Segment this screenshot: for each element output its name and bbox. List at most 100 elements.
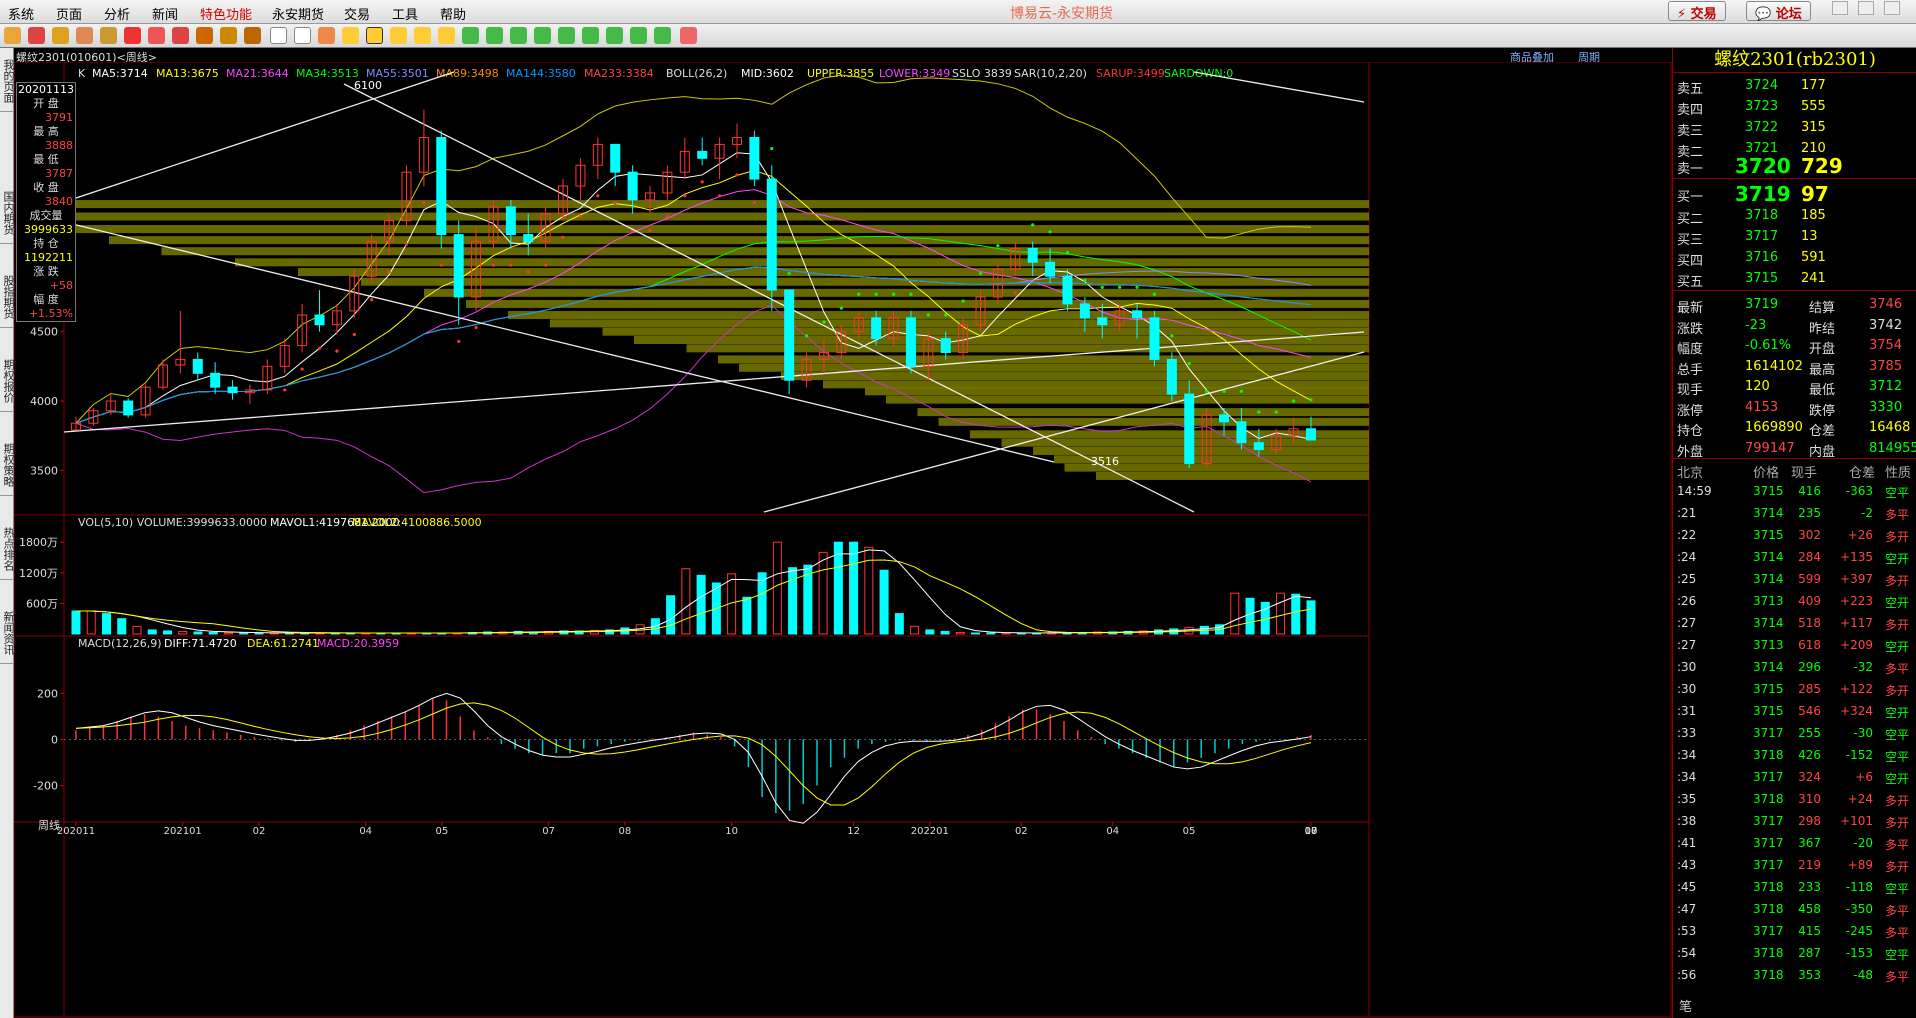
- sar-dot: [822, 320, 826, 324]
- ind-sarup: SARUP:3499: [1096, 67, 1165, 80]
- period-2h-icon[interactable]: [606, 27, 623, 44]
- menu-trade[interactable]: 交易: [344, 4, 370, 23]
- close-icon[interactable]: [1884, 1, 1900, 15]
- stat-row-6[interactable]: 持仓 1669890 仓差 16468: [1673, 418, 1916, 439]
- volume-bar: [940, 630, 950, 635]
- zoom-in-icon[interactable]: [124, 27, 141, 44]
- bid-row-1[interactable]: 买一 3719 97: [1673, 182, 1916, 206]
- period-month-icon[interactable]: [390, 27, 407, 44]
- tick-vol: 458: [1798, 902, 1821, 916]
- stat-row-3[interactable]: 总手 1614102 最高 3785: [1673, 357, 1916, 378]
- stat-row-7[interactable]: 外盘 799147 内盘 814955: [1673, 439, 1916, 460]
- volume-bar: [71, 610, 81, 635]
- tab-news[interactable]: 新闻资讯: [0, 602, 15, 664]
- ask-row-3[interactable]: 卖三 3722 315: [1673, 118, 1916, 139]
- tick-row: :24 3714 284 +135 空开: [1673, 546, 1916, 568]
- stat-row-0[interactable]: 最新 3719 结算 3746: [1673, 295, 1916, 316]
- home-icon[interactable]: [28, 27, 45, 44]
- tick-time: :33: [1677, 726, 1697, 740]
- grid-icon[interactable]: [100, 27, 117, 44]
- tab-option-quotes[interactable]: 期权报价: [0, 350, 15, 412]
- candle-body: [749, 136, 760, 180]
- menu-page[interactable]: 页面: [56, 4, 82, 23]
- period-3min-icon[interactable]: [486, 27, 503, 44]
- menu-features[interactable]: 特色功能: [200, 4, 252, 23]
- menu-news[interactable]: 新闻: [152, 4, 178, 23]
- bid-row-5[interactable]: 买五 3715 241: [1673, 269, 1916, 290]
- ask-row-5[interactable]: 卖五 3724 177: [1673, 76, 1916, 97]
- menu-help[interactable]: 帮助: [440, 4, 466, 23]
- zoom-out-icon[interactable]: [148, 27, 165, 44]
- period-week-icon[interactable]: [366, 27, 383, 44]
- back-icon[interactable]: [4, 27, 21, 44]
- period-4h-icon[interactable]: [630, 27, 647, 44]
- x-tick: 02: [253, 826, 266, 837]
- sar-dot: [613, 201, 617, 205]
- period-day-icon[interactable]: [342, 27, 359, 44]
- ask-row-1[interactable]: 卖一 3720 729: [1673, 154, 1916, 178]
- cross-icon[interactable]: [172, 27, 189, 44]
- list-icon[interactable]: [76, 27, 93, 44]
- period-1min-icon[interactable]: [462, 27, 479, 44]
- vol-title: VOL(5,10) VOLUME:3999633.0000: [78, 516, 267, 529]
- menu-analysis[interactable]: 分析: [104, 4, 130, 23]
- menu-tools[interactable]: 工具: [392, 4, 418, 23]
- bid-row-3[interactable]: 买三 3717 13: [1673, 227, 1916, 248]
- minimize-icon[interactable]: [1832, 1, 1848, 15]
- tick-oi: +6: [1855, 770, 1873, 784]
- trade-button[interactable]: ⚡ 交易: [1668, 1, 1726, 22]
- tick-oi: -48: [1853, 968, 1873, 982]
- candle-body: [1253, 442, 1264, 451]
- period-15min-icon[interactable]: [534, 27, 551, 44]
- x-tick: 04: [359, 826, 372, 837]
- menu-system[interactable]: 系统: [8, 4, 34, 23]
- bid-row-2[interactable]: 买二 3718 185: [1673, 206, 1916, 227]
- tick-vol: 298: [1798, 814, 1821, 828]
- menu-bar: 系统 页面 分析 新闻 特色功能 永安期货 交易 工具 帮助 博易云-永安期货 …: [0, 0, 1916, 24]
- period-quarter-icon[interactable]: [414, 27, 431, 44]
- tab-hot-ranking[interactable]: 热点排名: [0, 518, 15, 580]
- tab-domestic-futures[interactable]: 国内期货: [0, 182, 15, 244]
- ask-row-4[interactable]: 卖四 3723 555: [1673, 97, 1916, 118]
- calendar-icon[interactable]: [680, 27, 697, 44]
- indicator-header: K MA5:3714 MA13:3675 MA21:3644 MA34:3513…: [78, 67, 1233, 80]
- maximize-icon[interactable]: [1858, 1, 1874, 15]
- chart-area[interactable]: K MA5:3714 MA13:3675 MA21:3644 MA34:3513…: [14, 62, 1672, 1018]
- tick-oi: +117: [1840, 616, 1873, 630]
- period-custom-icon[interactable]: [654, 27, 671, 44]
- book-icon[interactable]: [52, 27, 69, 44]
- tick-oi: +24: [1847, 792, 1873, 806]
- volume-bar: [894, 613, 904, 635]
- period-5min-icon[interactable]: [510, 27, 527, 44]
- tab-index-futures[interactable]: 股指期货: [0, 266, 15, 328]
- tab-my-page[interactable]: 我的页面: [0, 50, 15, 112]
- brush-icon[interactable]: [220, 27, 237, 44]
- menu-yongan[interactable]: 永安期货: [272, 4, 324, 23]
- tick-type: 空平: [1885, 486, 1910, 500]
- table-icon[interactable]: [270, 27, 287, 44]
- stat-row-4[interactable]: 现手 120 最低 3712: [1673, 377, 1916, 398]
- tick-vol: 296: [1798, 660, 1821, 674]
- stat-label-2: 跌停: [1809, 403, 1836, 419]
- tick-vol: 415: [1798, 924, 1821, 938]
- bid-row-4[interactable]: 买四 3716 591: [1673, 248, 1916, 269]
- tick-oi: +26: [1847, 528, 1873, 542]
- cup-icon[interactable]: [244, 27, 261, 44]
- stat-row-2[interactable]: 幅度 -0.61% 开盘 3754: [1673, 336, 1916, 357]
- bid-price: 3718: [1745, 208, 1779, 223]
- stat-row-1[interactable]: 涨跌 -23 昨结 3742: [1673, 316, 1916, 337]
- pen-icon[interactable]: [196, 27, 213, 44]
- tick-oi: -245: [1845, 924, 1873, 938]
- sar-dot: [1187, 361, 1191, 366]
- candle-body: [1306, 428, 1316, 441]
- tick-time: :22: [1677, 528, 1697, 542]
- forum-button[interactable]: 💬 论坛: [1746, 1, 1811, 22]
- stat-row-5[interactable]: 涨停 4153 跌停 3330: [1673, 398, 1916, 419]
- tick-row: :21 3714 235 -2 多平: [1673, 502, 1916, 524]
- page-icon[interactable]: [294, 27, 311, 44]
- calc-icon[interactable]: [318, 27, 335, 44]
- period-60min-icon[interactable]: [582, 27, 599, 44]
- period-30min-icon[interactable]: [558, 27, 575, 44]
- period-year-icon[interactable]: [438, 27, 455, 44]
- tab-option-strategy[interactable]: 期权策略: [0, 434, 15, 496]
